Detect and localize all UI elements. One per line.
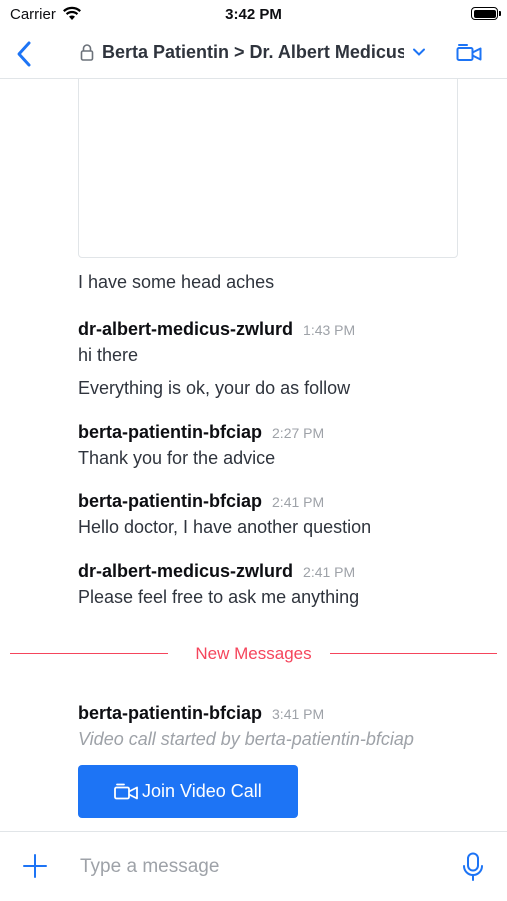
message-username[interactable]: berta-patientin-bfciap [78,491,262,511]
message-text: Hello doctor, I have another question [78,517,372,537]
message-input[interactable] [80,852,440,882]
status-time: 3:42 PM [225,6,282,23]
message-list[interactable]: I have some head aches dr-albert-medicus… [0,79,507,831]
new-messages-separator: New Messages [10,643,497,665]
lock-icon [80,44,94,61]
message-time: 2:27 PM [272,425,325,441]
message-composer [0,831,507,901]
separator-line [330,653,497,654]
message-username[interactable]: dr-albert-medicus-zwlurd [78,561,293,581]
message-header: berta-patientin-bfciap 2:41 PM [78,491,324,512]
battery-icon [471,7,501,20]
message-header: berta-patientin-bfciap 3:41 PM [78,703,324,724]
message-text: I have some head aches [78,272,275,292]
message-username[interactable]: berta-patientin-bfciap [78,422,262,442]
chevron-down-icon[interactable] [412,45,426,59]
status-bar: Carrier 3:42 PM [0,0,507,30]
message-time: 2:41 PM [272,494,325,510]
message-username[interactable]: dr-albert-medicus-zwlurd [78,319,293,339]
back-chevron-icon[interactable] [14,40,36,68]
message-text: Everything is ok, your do as follow [78,378,351,398]
message-header: dr-albert-medicus-zwlurd 1:43 PM [78,319,355,340]
video-camera-icon[interactable] [456,43,482,63]
message-time: 2:41 PM [303,564,356,580]
system-message-text: Video call started by berta-patientin-bf… [78,729,414,749]
plus-icon[interactable] [22,853,48,879]
message-header: dr-albert-medicus-zwlurd 2:41 PM [78,561,355,582]
message-text: Please feel free to ask me anything [78,587,360,607]
message-time: 1:43 PM [303,322,356,338]
new-messages-label: New Messages [195,644,312,663]
join-video-call-button[interactable]: Join Video Call [78,765,298,818]
join-video-call-label: Join Video Call [142,781,262,801]
room-title[interactable]: Berta Patientin > Dr. Albert Medicus [102,42,404,63]
message-text: Thank you for the advice [78,448,276,468]
video-camera-icon [114,783,138,800]
message-username[interactable]: berta-patientin-bfciap [78,703,262,723]
message-attachment[interactable] [78,79,458,258]
microphone-icon[interactable] [462,852,484,882]
message-text: hi there [78,345,139,365]
message-time: 3:41 PM [272,706,325,722]
message-header: berta-patientin-bfciap 2:27 PM [78,422,324,443]
room-header: Berta Patientin > Dr. Albert Medicus [0,30,507,79]
